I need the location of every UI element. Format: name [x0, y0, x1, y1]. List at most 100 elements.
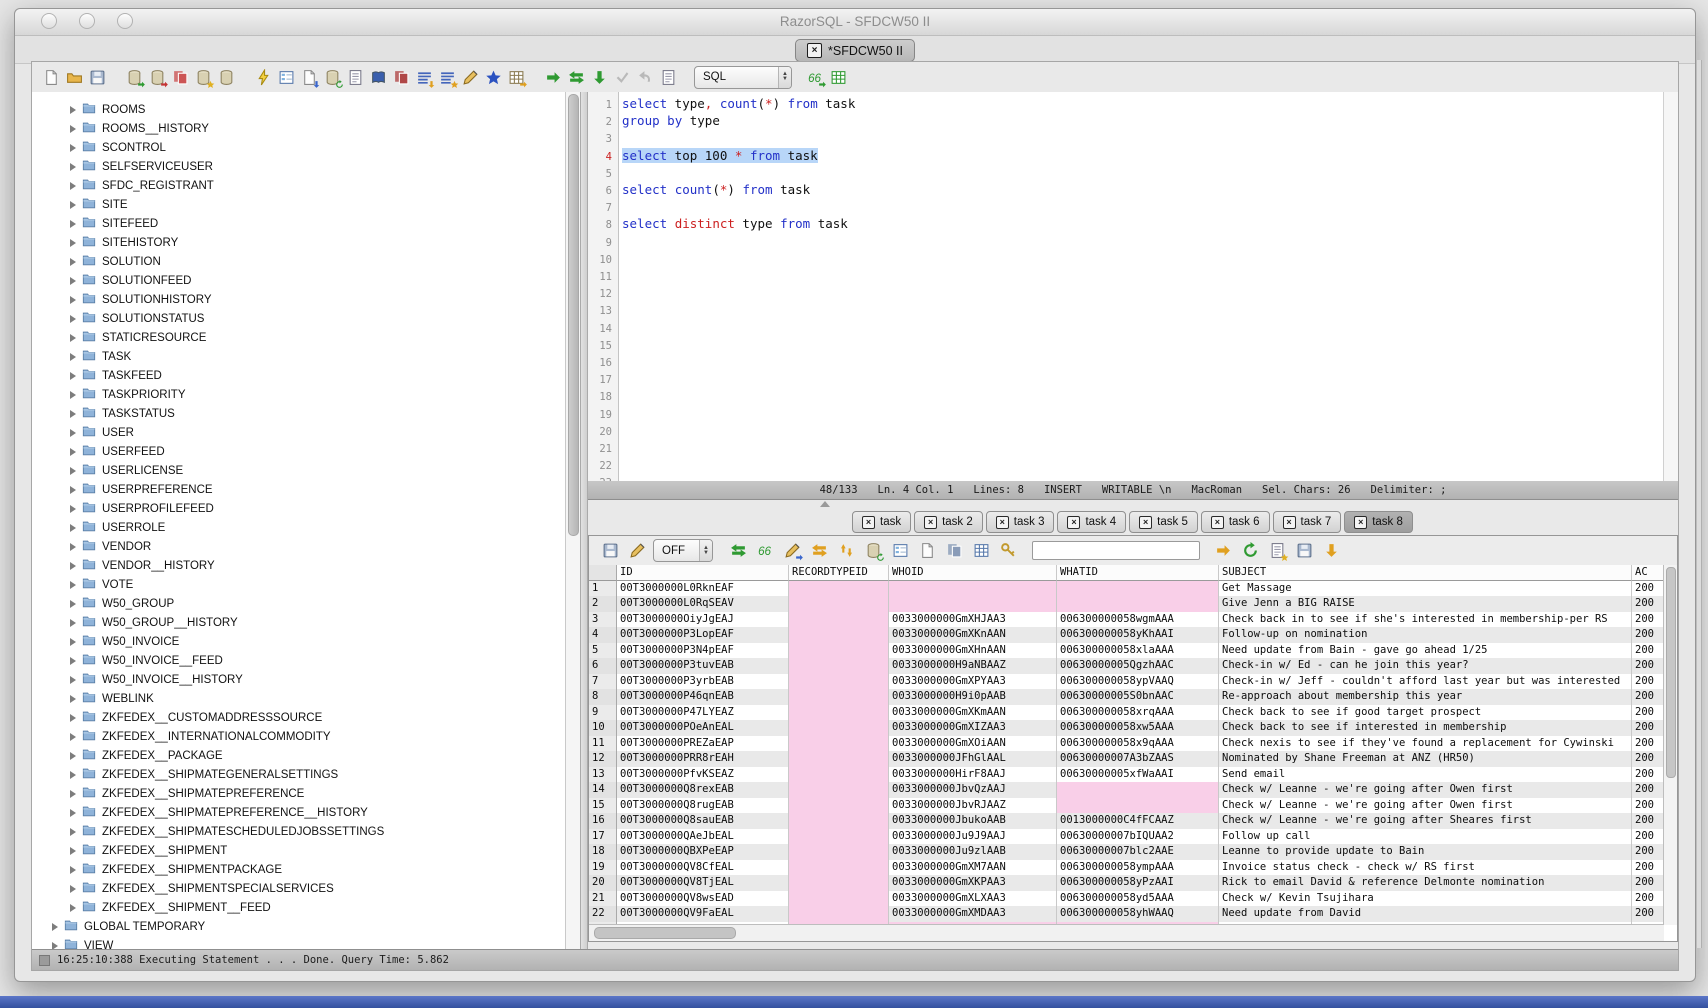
- table-cell[interactable]: 0033000000Ju9zlAAB: [889, 844, 1057, 860]
- table-cell[interactable]: 00630000005S0bnAAC: [1057, 689, 1219, 705]
- export-refresh-icon[interactable]: [1241, 541, 1260, 560]
- tree-item[interactable]: WEBLINK: [32, 689, 566, 708]
- table-cell[interactable]: 006300000058ympAAA: [1057, 860, 1219, 876]
- swap-icon[interactable]: [567, 68, 586, 87]
- tree-item[interactable]: W50_INVOICE__FEED: [32, 651, 566, 670]
- table-row[interactable]: 2000T3000000QV8TjEAL0033000000GmXKPAA300…: [589, 875, 1664, 891]
- table-cell[interactable]: 200: [1632, 891, 1664, 907]
- tree-item[interactable]: SOLUTIONFEED: [32, 271, 566, 290]
- auto-refresh-select[interactable]: OFF ▲▼: [653, 539, 713, 562]
- disconnect-icon[interactable]: [148, 68, 167, 87]
- expand-arrow-icon[interactable]: [70, 372, 76, 380]
- tree-item[interactable]: SFDC_REGISTRANT: [32, 176, 566, 195]
- table-cell[interactable]: [889, 581, 1057, 597]
- table-cell[interactable]: 200: [1632, 751, 1664, 767]
- table-cell[interactable]: 006300000058xw5AAA: [1057, 720, 1219, 736]
- save-results-icon[interactable]: [601, 541, 620, 560]
- table-row[interactable]: 800T3000000P46qnEAB0033000000H9i0pAAB006…: [589, 689, 1664, 705]
- tree-item[interactable]: USERPREFERENCE: [32, 480, 566, 499]
- table-row[interactable]: 200T3000000L0RqSEAVGive Jenn a BIG RAISE…: [589, 596, 1664, 612]
- zoom-window-button[interactable]: [117, 13, 133, 29]
- table-cell[interactable]: 00T3000000P3yrbEAB: [617, 674, 789, 690]
- notebook-icon[interactable]: [346, 68, 365, 87]
- tree-item[interactable]: USERPROFILEFEED: [32, 499, 566, 518]
- expand-arrow-icon[interactable]: [70, 220, 76, 228]
- table-cell[interactable]: 006300000058wgmAAA: [1057, 612, 1219, 628]
- expand-arrow-icon[interactable]: [70, 733, 76, 741]
- table-cell[interactable]: [789, 612, 889, 628]
- expand-arrow-icon[interactable]: [70, 201, 76, 209]
- table-row[interactable]: 1400T3000000Q8rexEAB0033000000JbvQzAAJCh…: [589, 782, 1664, 798]
- table-row[interactable]: 1500T3000000Q8rugEAB0033000000JbvRJAAZCh…: [589, 798, 1664, 814]
- table-cell[interactable]: 0013000000C4fFCAAZ: [1057, 813, 1219, 829]
- tree-item[interactable]: VIEW: [32, 936, 566, 950]
- table-cell[interactable]: 0033000000GmXOiAAN: [889, 736, 1057, 752]
- expand-arrow-icon[interactable]: [70, 467, 76, 475]
- table-row[interactable]: 1200T3000000PRR8rEAH0033000000JFhGlAAL00…: [589, 751, 1664, 767]
- database-tree-pane[interactable]: ROOMSROOMS__HISTORYSCONTROLSELFSERVICEUS…: [32, 92, 580, 950]
- table-cell[interactable]: 0033000000GmXPYAA3: [889, 674, 1057, 690]
- expand-arrow-icon[interactable]: [70, 505, 76, 513]
- close-tab-icon[interactable]: ×: [1139, 516, 1152, 529]
- table-cell[interactable]: 0033000000H9aNBAAZ: [889, 658, 1057, 674]
- tree-item[interactable]: ZKFEDEX__INTERNATIONALCOMMODITY: [32, 727, 566, 746]
- table-cell[interactable]: 00T3000000P3LopEAF: [617, 627, 789, 643]
- table-cell[interactable]: 0033000000GmXLXAA3: [889, 891, 1057, 907]
- table-row[interactable]: 2200T3000000QV9FaEAL0033000000GmXMDAA300…: [589, 906, 1664, 922]
- fetch-icon[interactable]: [590, 68, 609, 87]
- table-cell[interactable]: [789, 751, 889, 767]
- table-cell[interactable]: 0033000000JbvRJAAZ: [889, 798, 1057, 814]
- table-row[interactable]: 500T3000000P3N4pEAF0033000000GmXHnAAN006…: [589, 643, 1664, 659]
- connect-icon[interactable]: [125, 68, 144, 87]
- rollback-icon[interactable]: [636, 68, 655, 87]
- splitter-grip-icon[interactable]: [820, 501, 830, 507]
- result-tab[interactable]: ×task 3: [986, 511, 1055, 533]
- table-cell[interactable]: 00T3000000QBXPeEAP: [617, 844, 789, 860]
- table-cell[interactable]: 00T3000000L0RknEAF: [617, 581, 789, 597]
- table-cell[interactable]: Follow up call: [1219, 829, 1632, 845]
- column-header[interactable]: ID: [617, 565, 789, 581]
- tree-item[interactable]: USERLICENSE: [32, 461, 566, 480]
- save-file-icon[interactable]: [88, 68, 107, 87]
- table-cell[interactable]: 00630000005xfWaAAI: [1057, 767, 1219, 783]
- table-cell[interactable]: 200: [1632, 581, 1664, 597]
- expand-arrow-icon[interactable]: [70, 296, 76, 304]
- tree-item[interactable]: SITEFEED: [32, 214, 566, 233]
- table-cell[interactable]: Give Jenn a BIG RAISE: [1219, 596, 1632, 612]
- expand-arrow-icon[interactable]: [70, 885, 76, 893]
- grid-vertical-scrollbar[interactable]: [1663, 565, 1677, 925]
- tree-item[interactable]: TASKSTATUS: [32, 404, 566, 423]
- close-tab-icon[interactable]: ×: [996, 516, 1009, 529]
- execute-sql-icon[interactable]: [254, 68, 273, 87]
- table-cell[interactable]: 006300000058xrqAAA: [1057, 705, 1219, 721]
- table-cell[interactable]: Check back in to see if she's interested…: [1219, 612, 1632, 628]
- table-cell[interactable]: 00T3000000QAeJbEAL: [617, 829, 789, 845]
- table-cell[interactable]: 0033000000GmXM7AAN: [889, 860, 1057, 876]
- column-header[interactable]: AC: [1632, 565, 1664, 581]
- table-cell[interactable]: Check back to see if interested in membe…: [1219, 720, 1632, 736]
- table-cell[interactable]: 200: [1632, 612, 1664, 628]
- table-cell[interactable]: 006300000058yPzAAI: [1057, 875, 1219, 891]
- table-cell[interactable]: 200: [1632, 643, 1664, 659]
- favorites-icon[interactable]: [484, 68, 503, 87]
- expand-arrow-icon[interactable]: [52, 923, 58, 931]
- table-cell[interactable]: Check w/ Leanne - we're going after Owen…: [1219, 798, 1632, 814]
- table-cell[interactable]: 200: [1632, 844, 1664, 860]
- tree-item[interactable]: ZKFEDEX__SHIPMATEGENERALSETTINGS: [32, 765, 566, 784]
- tree-item[interactable]: ZKFEDEX__SHIPMENTPACKAGE: [32, 860, 566, 879]
- table-cell[interactable]: 00T3000000QV8TjEAL: [617, 875, 789, 891]
- table-cell[interactable]: Check w/ Leanne - we're going after Shea…: [1219, 813, 1632, 829]
- table-cell[interactable]: 00630000007blc2AAE: [1057, 844, 1219, 860]
- tree-item[interactable]: ZKFEDEX__SHIPMATESCHEDULEDJOBSSETTINGS: [32, 822, 566, 841]
- insert-lines-icon[interactable]: [415, 68, 434, 87]
- table-row[interactable]: 1300T3000000PfvKSEAZ0033000000HirF8AAJ00…: [589, 767, 1664, 783]
- expand-arrow-icon[interactable]: [70, 581, 76, 589]
- new-connection-icon[interactable]: [194, 68, 213, 87]
- results-grid[interactable]: IDRECORDTYPEIDWHOIDWHATIDSUBJECTAC 100T3…: [589, 565, 1664, 925]
- table-cell[interactable]: 00T3000000QV8CfEAL: [617, 860, 789, 876]
- table-row[interactable]: 600T3000000P3tuvEAB0033000000H9aNBAAZ006…: [589, 658, 1664, 674]
- tree-item[interactable]: SOLUTIONHISTORY: [32, 290, 566, 309]
- expand-arrow-icon[interactable]: [70, 429, 76, 437]
- tree-item[interactable]: ZKFEDEX__CUSTOMADDRESSSOURCE: [32, 708, 566, 727]
- table-cell[interactable]: [1057, 798, 1219, 814]
